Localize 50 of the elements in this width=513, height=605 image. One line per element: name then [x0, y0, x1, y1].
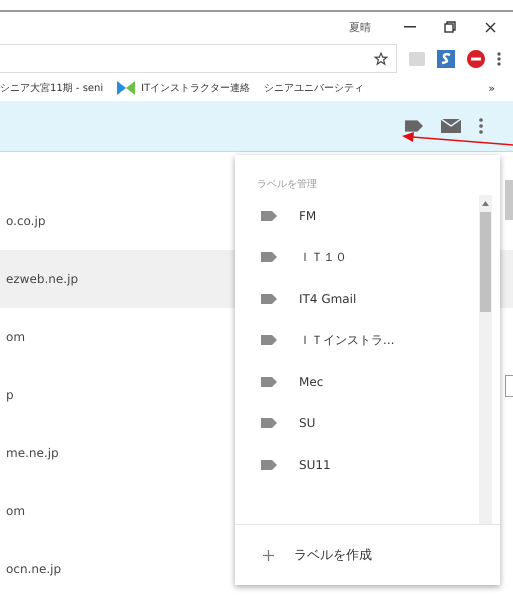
label-item[interactable]: Mec: [235, 361, 479, 402]
label-icon: [261, 294, 277, 304]
label-item[interactable]: FM: [235, 195, 479, 236]
label-icon: [261, 210, 277, 221]
label-name: ＩＴ１０: [299, 248, 347, 266]
label-icon: [261, 252, 277, 262]
label-name: FM: [299, 208, 316, 223]
sender-address[interactable]: p: [6, 388, 14, 402]
label-icon: [261, 418, 277, 428]
close-icon[interactable]: [484, 22, 496, 32]
create-label-item[interactable]: ラベルを作成: [235, 525, 500, 585]
label-icon: [261, 460, 277, 470]
mail-icon[interactable]: [441, 119, 461, 133]
menu-scrollbar[interactable]: [479, 195, 492, 524]
more-icon[interactable]: [479, 118, 483, 134]
stop-sign-icon[interactable]: [467, 50, 485, 68]
label-name: IT4 Gmail: [299, 292, 356, 306]
label-item[interactable]: SU: [235, 402, 479, 444]
label-icon: [261, 335, 277, 346]
sender-address[interactable]: o.co.jp: [6, 214, 46, 228]
label-icon: [261, 376, 277, 387]
label-item[interactable]: ＩＴインストラ...: [235, 320, 479, 361]
profile-name[interactable]: 夏晴: [349, 20, 371, 34]
bookmark-link[interactable]: シニア大宮11期 - seni: [0, 81, 104, 95]
label-name: SU11: [299, 458, 331, 472]
menu-icon[interactable]: [497, 52, 501, 66]
plus-icon: [263, 550, 274, 560]
sender-address[interactable]: me.ne.jp: [6, 446, 59, 460]
label-name: ＩＴインストラ...: [299, 332, 394, 349]
label-item[interactable]: IT4 Gmail: [235, 278, 479, 320]
sender-address[interactable]: ezweb.ne.jp: [6, 272, 78, 286]
menu-heading: ラベルを管理: [256, 178, 318, 192]
sender-address[interactable]: om: [6, 504, 26, 518]
more-bookmarks-button[interactable]: »: [488, 82, 495, 94]
restore-icon[interactable]: [444, 21, 456, 33]
bookmark-link[interactable]: ITインストラクター連絡: [117, 81, 250, 95]
label-name: SU: [299, 416, 316, 430]
sender-address[interactable]: om: [6, 330, 26, 344]
scroll-up-icon[interactable]: [482, 201, 489, 206]
bookmark-logo-icon: [117, 81, 136, 95]
page-scrollbar[interactable]: [505, 180, 513, 220]
extension-icon[interactable]: [437, 50, 455, 68]
label-item[interactable]: SU11: [235, 444, 479, 486]
bookmark-link[interactable]: シニアユニバーシティ: [264, 81, 364, 95]
star-icon[interactable]: [374, 52, 388, 66]
minimize-icon[interactable]: [404, 26, 416, 28]
label-item[interactable]: ＩＴ１０: [235, 236, 479, 278]
sender-address[interactable]: ocn.ne.jp: [6, 562, 62, 576]
label-name: Mec: [299, 374, 324, 389]
label-icon[interactable]: [405, 120, 423, 132]
